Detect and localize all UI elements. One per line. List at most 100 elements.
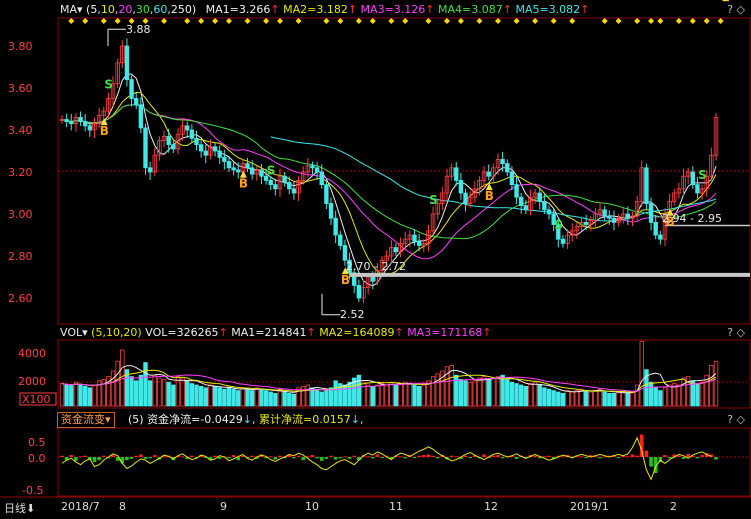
candle-body	[625, 213, 631, 219]
candle-body	[291, 188, 297, 194]
close-icon[interactable]: ◇	[737, 3, 745, 16]
candle-body	[124, 45, 130, 80]
candle-body	[690, 171, 696, 185]
close-icon[interactable]: ◇	[737, 326, 745, 339]
fund-bar	[482, 454, 486, 457]
fund-bar	[180, 456, 185, 458]
candle-body	[212, 146, 218, 152]
volume-bar	[514, 383, 519, 407]
up-arrow-icon: ↑	[580, 3, 590, 16]
candle-body	[546, 209, 552, 215]
candle-body	[486, 171, 491, 177]
volume-bar	[370, 385, 375, 407]
volume-bar	[147, 380, 153, 407]
fund-bar	[626, 456, 630, 458]
volume-bar	[560, 392, 566, 407]
candle-body	[259, 169, 264, 177]
fund-bar	[667, 457, 672, 459]
volume-bar	[231, 388, 236, 407]
price-tick: 3.00	[8, 208, 33, 221]
volume-bar	[574, 390, 580, 407]
candle-body	[602, 209, 607, 217]
price-tick: 3.40	[8, 124, 33, 137]
volume-bar	[565, 390, 570, 407]
volume-bar	[324, 390, 329, 407]
signal-diamond-icon	[717, 18, 724, 24]
volume-indicator-select[interactable]: VOL	[60, 326, 82, 339]
dropdown-caret-icon[interactable]: ▾	[82, 326, 88, 339]
candle-body	[328, 203, 334, 219]
down-arrow-icon: ↓	[242, 413, 252, 426]
fund-cumulative-line	[61, 436, 712, 481]
fund-bar	[139, 454, 143, 457]
volume-bar	[328, 387, 334, 407]
fund-bar	[366, 456, 370, 458]
help-icon[interactable]: ?	[727, 413, 733, 426]
volume-bar	[291, 393, 297, 407]
fund-bar	[426, 454, 431, 457]
signal-diamond-icon	[388, 18, 395, 24]
volume-bar	[709, 364, 714, 407]
volume-bar	[375, 384, 380, 407]
sell-signal: S	[267, 164, 276, 178]
signal-diamond-icon	[443, 18, 450, 24]
volume-bar	[658, 390, 663, 407]
dropdown-caret-icon[interactable]: ▾	[105, 413, 111, 426]
volume-bar	[259, 388, 264, 407]
candle-body	[273, 184, 278, 190]
volume-bar	[161, 378, 167, 407]
volume-bar	[518, 384, 524, 407]
fund-bar	[338, 457, 343, 459]
fund-bar	[152, 455, 157, 457]
fund-bar	[134, 455, 139, 457]
indicator-select[interactable]: MA	[60, 3, 77, 16]
fund-bar	[111, 455, 115, 457]
price-panel-header: MA▾ (5,10,20,30,60,250) MA1=3.266↑ MA2=3…	[60, 3, 590, 16]
fund-indicator-select[interactable]: 资金流变▾	[57, 412, 115, 428]
candle-body	[324, 184, 329, 204]
volume-bar	[365, 384, 371, 407]
volume-bar	[287, 392, 292, 407]
candle-body	[412, 234, 417, 242]
date-label: 12	[484, 500, 498, 513]
help-icon[interactable]: ?	[727, 3, 733, 16]
volume-bar	[64, 384, 69, 407]
buy-arrow-icon: ▲	[101, 117, 108, 127]
fund-bar	[69, 455, 74, 457]
fund-bar	[681, 457, 686, 459]
volume-bar	[393, 384, 399, 407]
candle-body	[231, 167, 236, 171]
candle-body	[171, 144, 176, 150]
signal-diamond-icon	[212, 18, 219, 24]
price-tick: 2.80	[8, 250, 33, 263]
fund-bar	[190, 455, 194, 457]
signal-diamond-icon	[569, 18, 576, 24]
candle-body	[695, 184, 700, 194]
fund-bar	[78, 456, 83, 458]
high-annotation: 3.88	[126, 23, 151, 36]
fund-bar	[129, 457, 134, 459]
close-icon[interactable]: ◇	[737, 413, 745, 426]
price-tick: 2.60	[8, 292, 33, 305]
candle-body	[87, 125, 93, 131]
fund-bar	[435, 457, 440, 459]
candle-body	[370, 276, 375, 282]
signal-diamond-icon	[675, 18, 682, 24]
signal-diamond-icon	[100, 18, 107, 24]
dropdown-caret-icon[interactable]: ▾	[77, 3, 83, 16]
candle-body	[64, 119, 69, 122]
help-icon[interactable]: ?	[727, 326, 733, 339]
price-tick: 3.80	[8, 40, 33, 53]
volume-bar	[222, 388, 227, 407]
period-select[interactable]: 日线⬇	[4, 500, 35, 516]
fund-bar	[301, 457, 305, 461]
candle-body	[189, 129, 195, 139]
candle-body	[607, 215, 612, 219]
volume-bar	[240, 387, 246, 407]
fund-tick: 0.5	[28, 436, 46, 449]
candle-body	[560, 238, 566, 244]
signal-diamond-icon	[337, 18, 344, 24]
fund-tick: -0.5	[22, 484, 43, 497]
fund-bar	[60, 455, 64, 457]
fund-tick: 0.0	[28, 452, 46, 465]
